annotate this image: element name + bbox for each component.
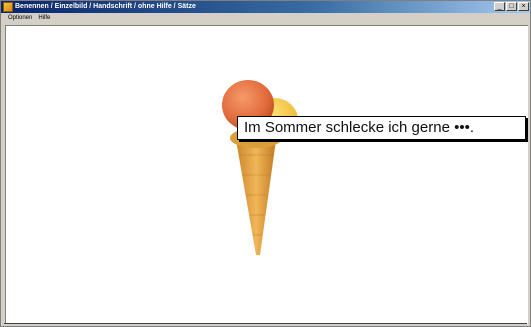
sentence-prompt: Im Sommer schlecke ich gerne •••. — [237, 116, 526, 140]
maximize-button[interactable]: □ — [506, 2, 517, 11]
window-title: Benennen / Einzelbild / Handschrift / oh… — [15, 3, 196, 10]
title-bar[interactable]: Benennen / Einzelbild / Handschrift / oh… — [1, 1, 530, 13]
minimize-button[interactable]: _ — [494, 2, 505, 11]
menu-hilfe[interactable]: Hilfe — [35, 13, 53, 24]
menu-optionen[interactable]: Optionen — [5, 13, 35, 24]
caption-buttons: _ □ × — [494, 2, 529, 12]
app-icon[interactable] — [3, 2, 13, 12]
cone — [236, 140, 276, 255]
close-button[interactable]: × — [518, 2, 529, 11]
ice-cream-picture — [222, 80, 298, 255]
bottom-border — [4, 323, 527, 324]
menu-bar: Optionen Hilfe — [1, 13, 530, 24]
